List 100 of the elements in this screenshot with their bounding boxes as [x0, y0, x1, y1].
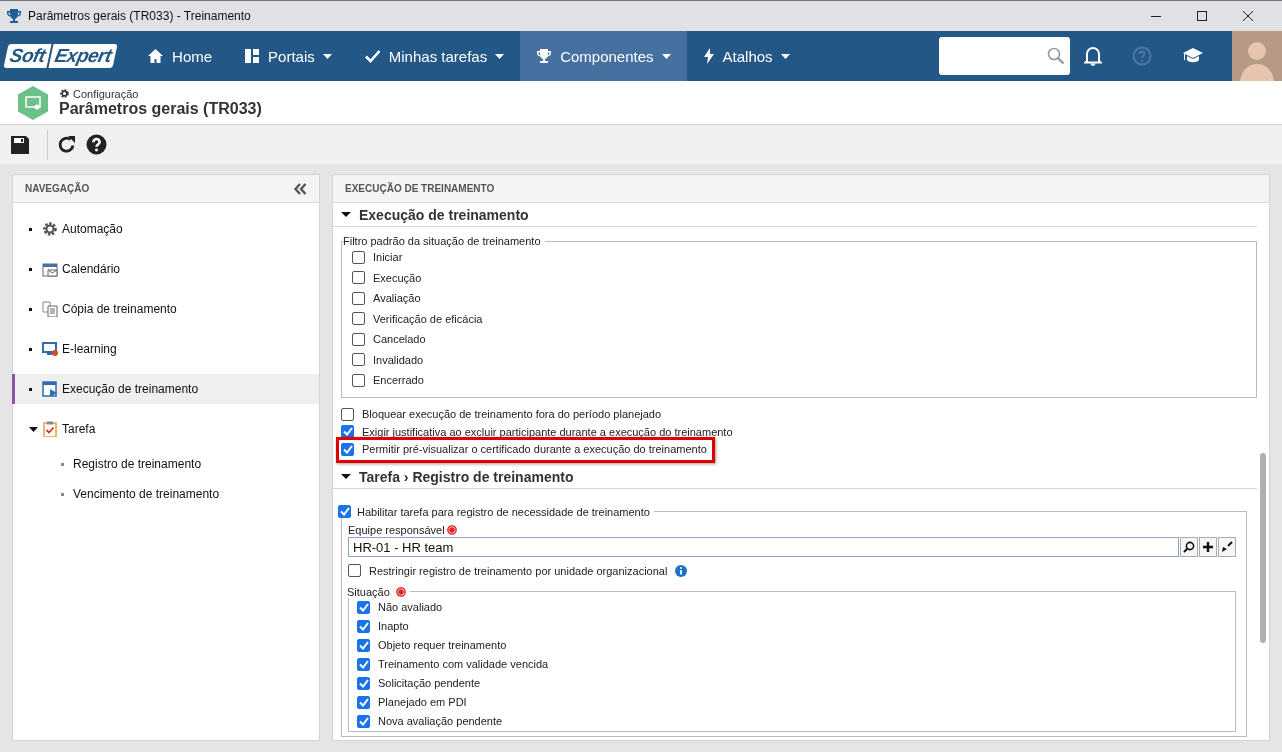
search-icon	[1183, 541, 1195, 553]
panel-title: NAVEGAÇÃO	[25, 183, 90, 194]
add-icon	[1202, 541, 1214, 553]
nav-menu-item[interactable]: Portais	[228, 31, 348, 81]
maximize-icon[interactable]	[1196, 10, 1208, 22]
checkbox-label[interactable]: Invalidado	[373, 353, 424, 366]
monitor-icon	[42, 341, 58, 357]
brush-button[interactable]	[1218, 537, 1236, 557]
group-label: Filtro padrão da situação de treinamento	[343, 235, 541, 247]
section-header[interactable]: Tarefa › Registro de treinamento	[333, 465, 1257, 489]
checkbox[interactable]	[352, 373, 365, 387]
add-button[interactable]	[1199, 537, 1217, 557]
nav-item[interactable]: Cópia de treinamento	[12, 289, 319, 329]
close-icon[interactable]	[1242, 10, 1254, 22]
checkbox-label[interactable]: Inapto	[378, 620, 409, 632]
window-play-icon	[42, 381, 58, 397]
refresh-icon[interactable]	[57, 134, 77, 155]
nav-menu-item[interactable]: Atalhos	[686, 31, 806, 81]
bullet-icon	[61, 462, 64, 466]
nav-menu-item[interactable]: Minhas tarefas	[347, 31, 521, 81]
bullet-icon	[29, 227, 32, 231]
checked-checkbox[interactable]	[341, 442, 354, 456]
checkbox[interactable]	[352, 312, 365, 326]
checkmark-icon	[342, 444, 353, 454]
nav-item[interactable]: Tarefa	[12, 409, 319, 449]
checkbox[interactable]	[348, 564, 361, 578]
checkbox-label[interactable]: Nova avaliação pendente	[378, 715, 503, 727]
collapse-icon[interactable]	[293, 182, 307, 195]
checkbox-label[interactable]: Permitir pré-visualizar o certificado durante a execução do treinamento	[362, 443, 707, 456]
checkbox-label[interactable]: Solicitação pendente	[378, 677, 481, 689]
trophy-icon	[536, 48, 553, 64]
checkbox-label[interactable]: Objeto requer treinamento	[378, 639, 507, 651]
bullet-icon	[29, 387, 32, 391]
nav-menu-item[interactable]: Componentes	[520, 31, 687, 81]
scroll-thumb[interactable]	[1260, 453, 1266, 643]
checked-checkbox[interactable]	[357, 619, 370, 633]
bell-icon[interactable]	[1084, 46, 1102, 66]
checkbox[interactable]	[352, 291, 365, 305]
checkmark-icon	[358, 640, 369, 650]
clipboard-check-icon	[42, 421, 58, 437]
search-field[interactable]	[939, 37, 1070, 75]
save-icon[interactable]	[10, 134, 30, 155]
certificate-icon	[17, 85, 49, 120]
checkbox-label[interactable]: Treinamento com validade vencida	[378, 658, 549, 670]
checkbox-label[interactable]: Verificação de eficácia	[373, 312, 483, 325]
checked-checkbox[interactable]	[357, 638, 370, 652]
checkbox[interactable]	[352, 353, 365, 367]
checked-checkbox[interactable]	[338, 505, 351, 518]
checkmark-icon	[358, 678, 369, 688]
checked-checkbox[interactable]	[357, 714, 370, 728]
checkbox[interactable]	[352, 250, 365, 264]
checkbox[interactable]	[352, 271, 365, 285]
checkbox-label[interactable]: Cancelado	[373, 333, 426, 346]
gear-icon	[42, 221, 58, 237]
checked-checkbox[interactable]	[357, 600, 370, 614]
section-header[interactable]: Execução de treinamento	[333, 203, 1257, 227]
checked-checkbox[interactable]	[357, 657, 370, 671]
bullet-icon	[61, 492, 64, 496]
text-field[interactable]: HR-01 - HR team	[348, 537, 1179, 557]
checked-checkbox[interactable]	[357, 676, 370, 690]
trophy-icon	[6, 8, 22, 24]
graduation-cap-icon[interactable]	[1182, 47, 1204, 65]
calendar-icon	[42, 261, 58, 277]
checkbox[interactable]	[352, 332, 365, 346]
nav-item[interactable]: E-learning	[12, 329, 319, 369]
nav-item[interactable]: Execução de treinamento	[12, 374, 319, 404]
nav-item[interactable]: Calendário	[12, 249, 319, 289]
checkbox-label[interactable]: Execução	[373, 271, 422, 284]
checkbox-label[interactable]: Exigir justificativa ao excluir participante durante a execução do treinamento	[362, 425, 733, 438]
bullet-icon	[29, 307, 32, 311]
search-button[interactable]	[1180, 537, 1198, 557]
breadcrumb[interactable]: Configuração	[73, 87, 139, 100]
checkbox-label[interactable]: Iniciar	[373, 251, 403, 264]
checkbox-label[interactable]: Restringir registro de treinamento por unidade organizacional	[369, 564, 668, 577]
help-icon[interactable]	[86, 134, 107, 155]
checkbox-label[interactable]: Bloquear execução de treinamento fora do período planejado	[362, 408, 662, 421]
checkmark-icon	[358, 621, 369, 631]
nav-item[interactable]: Vencimento de treinamento	[13, 479, 319, 509]
checkbox-label[interactable]: Habilitar tarefa para registro de necessidade de treinamento	[357, 505, 650, 518]
documents-icon	[42, 301, 58, 317]
lightning-icon	[702, 48, 715, 64]
checkbox-label[interactable]: Encerrado	[373, 374, 424, 387]
checkbox-label[interactable]: Não avaliado	[378, 601, 443, 613]
checkbox[interactable]	[341, 407, 354, 421]
search-icon	[1047, 47, 1065, 65]
nav-menu-item[interactable]: Home	[131, 31, 229, 81]
checked-checkbox[interactable]	[357, 695, 370, 709]
nav-item[interactable]: Automação	[12, 209, 319, 249]
expanded-caret-icon	[341, 471, 351, 482]
expanded-caret-icon[interactable]	[29, 424, 38, 434]
expanded-caret-icon	[341, 209, 351, 220]
logo: Soft Expert	[3, 44, 118, 68]
panel-title: EXECUÇÃO DE TREINAMENTO	[345, 183, 495, 194]
checkmark-icon	[339, 507, 350, 516]
group-label: Situação	[347, 585, 390, 598]
home-icon	[147, 48, 165, 64]
nav-item[interactable]: Registro de treinamento	[13, 449, 319, 479]
checkmark-icon	[342, 427, 353, 437]
checkbox-label[interactable]: Avaliação	[373, 292, 421, 305]
checkbox-label[interactable]: Planejado em PDI	[378, 696, 467, 708]
